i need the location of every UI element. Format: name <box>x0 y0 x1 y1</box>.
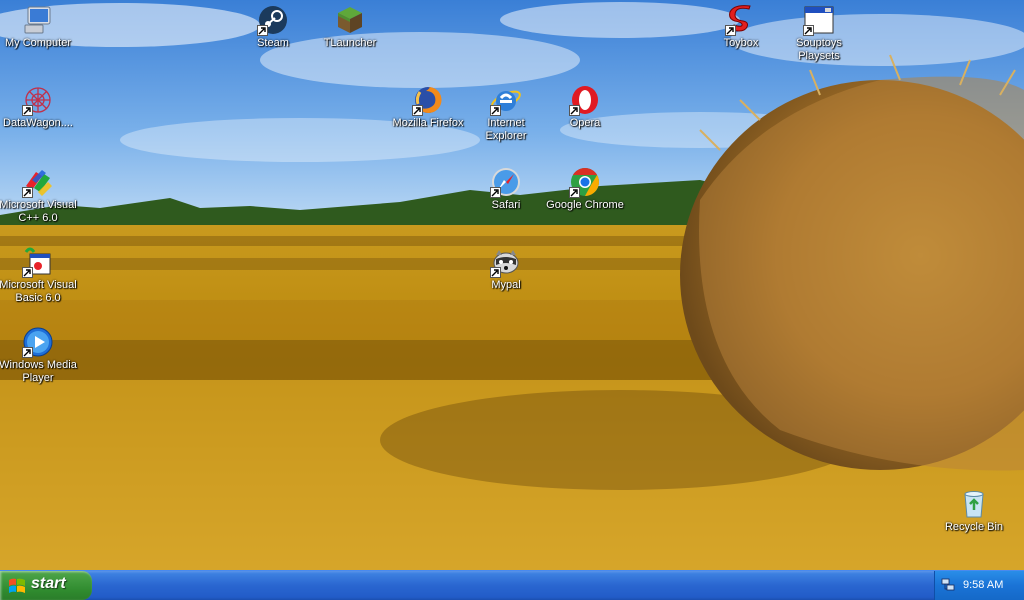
firefox-icon <box>412 84 444 116</box>
icon-label: Google Chrome <box>546 199 624 211</box>
desktop-icon-opera[interactable]: Opera <box>545 84 625 130</box>
icon-label: Internet Explorer <box>485 117 527 142</box>
icon-label: Opera <box>569 117 601 129</box>
shortcut-arrow-icon <box>412 105 423 116</box>
desktop-icon-recycle-bin[interactable]: Recycle Bin <box>934 488 1014 534</box>
visual-basic-icon <box>22 246 54 278</box>
recycle-bin-icon <box>958 488 990 520</box>
icon-label: Mypal <box>491 279 521 291</box>
opera-icon <box>569 84 601 116</box>
network-icon[interactable] <box>941 578 955 592</box>
icon-label: Windows Media Player <box>0 359 77 384</box>
icon-label: DataWagon.... <box>3 117 73 129</box>
shortcut-arrow-icon <box>490 267 501 278</box>
icon-label: Toybox <box>723 37 759 49</box>
desktop-icon-steam[interactable]: Steam <box>233 4 313 50</box>
taskbar: start 9:58 AM <box>0 570 1024 600</box>
datawagon-icon <box>22 84 54 116</box>
desktop-icon-internet-explorer[interactable]: Internet Explorer <box>466 84 546 143</box>
desktop-icon-microsoft-visual-cpp[interactable]: Microsoft Visual C++ 6.0 <box>0 166 78 225</box>
steam-icon <box>257 4 289 36</box>
icon-label: Microsoft Visual Basic 6.0 <box>0 279 77 304</box>
icon-label: Recycle Bin <box>944 521 1004 533</box>
icon-label: Safari <box>491 199 521 211</box>
icon-label: Souptoys Playsets <box>796 37 842 62</box>
toybox-s-icon <box>725 4 757 36</box>
window-app-icon <box>803 4 835 36</box>
desktop-icon-datawagon[interactable]: DataWagon.... <box>0 84 78 130</box>
desktop-icon-souptoys-playsets[interactable]: Souptoys Playsets <box>779 4 859 63</box>
media-player-icon <box>22 326 54 358</box>
safari-compass-icon <box>490 166 522 198</box>
start-label: start <box>31 575 66 592</box>
icon-label: Microsoft Visual C++ 6.0 <box>0 199 77 224</box>
desktop[interactable]: My Computer Steam TLauncher Toybox Soupt… <box>0 0 1024 570</box>
icon-label: Steam <box>257 37 289 49</box>
chrome-icon <box>569 166 601 198</box>
shortcut-arrow-icon <box>569 187 580 198</box>
grass-block-icon <box>334 4 366 36</box>
shortcut-arrow-icon <box>22 105 33 116</box>
shortcut-arrow-icon <box>803 25 814 36</box>
icon-label: My Computer <box>4 37 72 49</box>
computer-icon <box>22 4 54 36</box>
desktop-icon-windows-media-player[interactable]: Windows Media Player <box>0 326 78 385</box>
shortcut-arrow-icon <box>569 105 580 116</box>
system-tray: 9:58 AM <box>934 571 1024 600</box>
shortcut-arrow-icon <box>22 267 33 278</box>
internet-explorer-icon <box>490 84 522 116</box>
shortcut-arrow-icon <box>725 25 736 36</box>
shortcut-arrow-icon <box>257 25 268 36</box>
desktop-icon-toybox[interactable]: Toybox <box>701 4 781 50</box>
raccoon-icon <box>490 246 522 278</box>
shortcut-arrow-icon <box>22 347 33 358</box>
start-button[interactable]: start <box>0 571 92 600</box>
desktop-icon-safari[interactable]: Safari <box>466 166 546 212</box>
shortcut-arrow-icon <box>22 187 33 198</box>
icon-label: Mozilla Firefox <box>392 117 464 129</box>
desktop-icon-mozilla-firefox[interactable]: Mozilla Firefox <box>388 84 468 130</box>
desktop-icon-tlauncher[interactable]: TLauncher <box>310 4 390 50</box>
visual-cpp-icon <box>22 166 54 198</box>
desktop-icon-google-chrome[interactable]: Google Chrome <box>545 166 625 212</box>
desktop-icon-microsoft-visual-basic[interactable]: Microsoft Visual Basic 6.0 <box>0 246 78 305</box>
icon-label: TLauncher <box>323 37 377 49</box>
shortcut-arrow-icon <box>490 105 501 116</box>
windows-flag-icon <box>9 578 25 593</box>
shortcut-arrow-icon <box>490 187 501 198</box>
desktop-icon-mypal[interactable]: Mypal <box>466 246 546 292</box>
clock[interactable]: 9:58 AM <box>963 579 1003 591</box>
desktop-icon-my-computer[interactable]: My Computer <box>0 4 78 50</box>
